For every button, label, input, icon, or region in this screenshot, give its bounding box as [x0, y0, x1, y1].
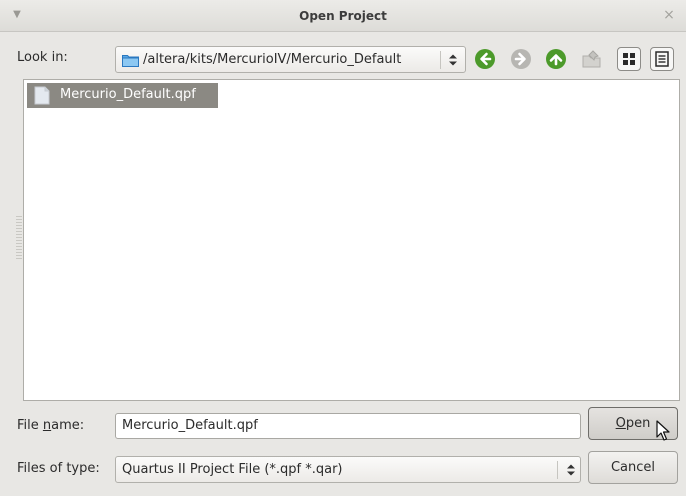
splitter-handle[interactable]: [16, 216, 22, 260]
detail-view-button[interactable]: [650, 47, 674, 71]
open-label: pen: [625, 416, 651, 431]
dialog-title: Open Project: [299, 9, 387, 23]
combo-arrows-icon: [449, 54, 457, 66]
file-name-label-pre: File: [17, 418, 43, 433]
file-name-label: Mercurio_Default.qpf: [60, 87, 196, 102]
icon-view-button[interactable]: [617, 47, 641, 71]
up-icon[interactable]: [545, 48, 567, 70]
files-of-type-label: Files of type:: [17, 461, 100, 476]
look-in-path: /altera/kits/MercurioIV/Mercurio_Default: [143, 52, 402, 67]
open-mnemonic: O: [615, 416, 626, 431]
file-name-input[interactable]: Mercurio_Default.qpf: [115, 413, 581, 439]
folder-icon: [122, 55, 139, 67]
combo-arrows-icon: [567, 464, 575, 476]
forward-icon[interactable]: [510, 48, 532, 70]
list-item[interactable]: Mercurio_Default.qpf: [27, 83, 218, 108]
file-name-label: File name:: [17, 418, 84, 433]
document-icon: [34, 86, 50, 105]
close-icon[interactable]: ×: [662, 8, 676, 22]
new-folder-icon[interactable]: [581, 48, 603, 70]
title-bar: ▼ Open Project ×: [0, 0, 686, 32]
files-of-type-value: Quartus II Project File (*.qpf *.qar): [122, 462, 343, 477]
mouse-cursor-icon: [656, 420, 670, 441]
look-in-label: Look in:: [17, 50, 68, 65]
files-of-type-combo[interactable]: Quartus II Project File (*.qpf *.qar): [115, 456, 581, 483]
combo-separator: [557, 461, 558, 479]
detail-view-icon: [655, 51, 669, 67]
file-name-label-post: ame:: [51, 418, 85, 433]
look-in-combo[interactable]: /altera/kits/MercurioIV/Mercurio_Default: [115, 46, 466, 73]
back-icon[interactable]: [474, 48, 496, 70]
combo-separator: [440, 51, 441, 69]
icon-view-icon: [623, 53, 635, 65]
file-list[interactable]: Mercurio_Default.qpf: [23, 79, 680, 401]
cancel-button[interactable]: Cancel: [588, 451, 678, 484]
file-name-label-mnemonic: n: [42, 418, 52, 433]
